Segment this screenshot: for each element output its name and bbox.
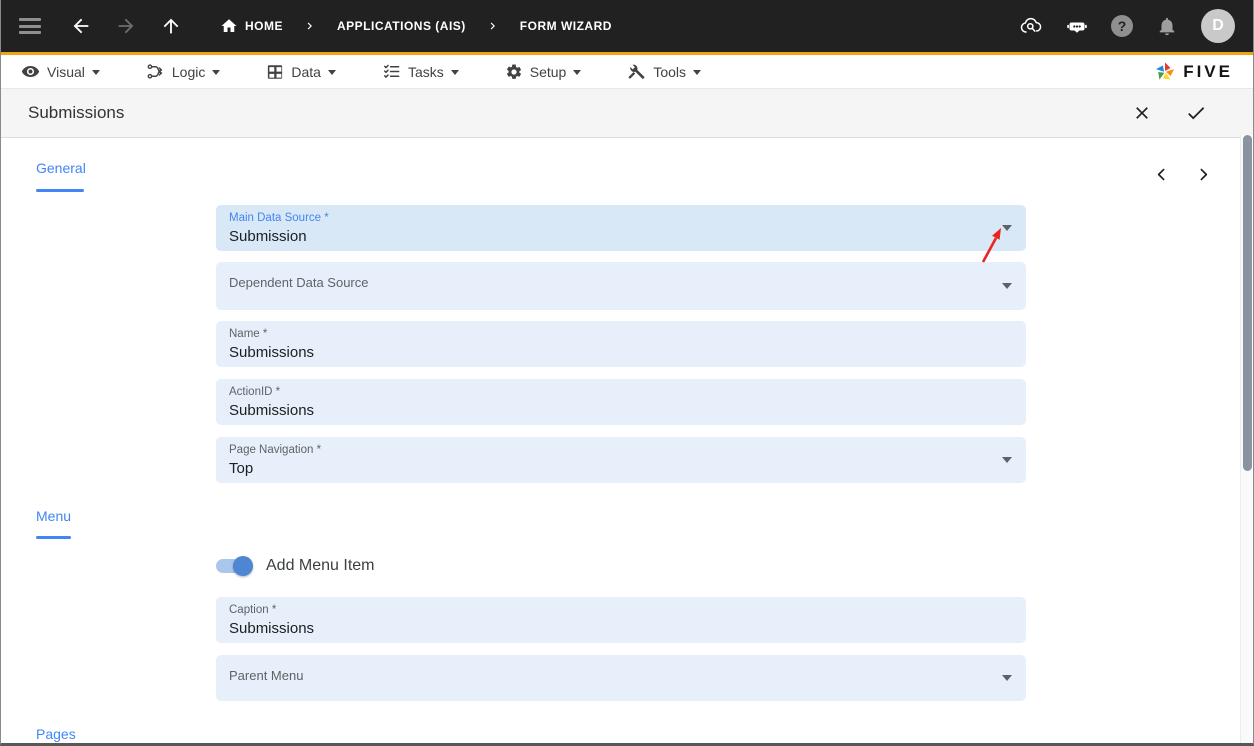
field-value: Submission: [229, 228, 307, 245]
chevron-right-icon: [486, 19, 500, 33]
tab-general-indicator: [36, 189, 84, 192]
logic-flow-icon: [146, 62, 165, 81]
field-label: Page Navigation *: [229, 444, 321, 456]
field-label: Caption *: [229, 604, 276, 616]
top-navbar: HOME APPLICATIONS (AIS) FORM WIZARD ? D: [1, 0, 1253, 52]
help-icon[interactable]: ?: [1111, 15, 1133, 37]
menu-setup[interactable]: Setup: [505, 63, 582, 81]
brand-name: FIVE: [1183, 62, 1233, 82]
eye-icon: [21, 62, 40, 81]
app-window: HOME APPLICATIONS (AIS) FORM WIZARD ? D: [0, 0, 1254, 746]
menu-data[interactable]: Data: [266, 63, 336, 81]
field-label: Parent Menu: [229, 668, 303, 683]
form-title-bar: Submissions: [1, 88, 1253, 138]
breadcrumb-form-wizard[interactable]: FORM WIZARD: [520, 19, 612, 33]
next-record-icon[interactable]: [1191, 162, 1215, 186]
caret-down-icon: [693, 70, 701, 75]
menu-label: Data: [291, 64, 321, 80]
menu-tools[interactable]: Tools: [627, 62, 701, 81]
back-arrow-icon[interactable]: [69, 14, 93, 38]
menu-bar: Visual Logic Data Tasks Setup Tools: [1, 55, 1253, 88]
section-menu[interactable]: Menu: [36, 508, 71, 524]
prev-record-icon[interactable]: [1149, 162, 1173, 186]
caret-down-icon: [451, 70, 459, 75]
page-title: Submissions: [28, 103, 124, 123]
save-check-icon[interactable]: [1184, 101, 1208, 125]
caret-down-icon: [328, 70, 336, 75]
menu-label: Tools: [653, 64, 686, 80]
cancel-close-icon[interactable]: [1130, 101, 1154, 125]
field-parent-menu[interactable]: Parent Menu: [216, 655, 1026, 701]
field-actionid[interactable]: ActionID * Submissions: [216, 379, 1026, 425]
dropdown-caret-icon[interactable]: [1002, 225, 1012, 231]
up-arrow-icon[interactable]: [159, 14, 183, 38]
five-logo: FIVE: [1153, 60, 1233, 84]
field-label: Name *: [229, 328, 267, 340]
dropdown-caret-icon[interactable]: [1002, 675, 1012, 681]
tools-icon: [627, 62, 646, 81]
forward-arrow-icon[interactable]: [114, 14, 138, 38]
menu-tasks[interactable]: Tasks: [382, 62, 459, 81]
dropdown-caret-icon[interactable]: [1002, 457, 1012, 463]
home-icon[interactable]: [220, 17, 238, 35]
notifications-bell-icon[interactable]: [1155, 14, 1179, 38]
scrollbar-thumb[interactable]: [1243, 135, 1252, 471]
section-menu-indicator: [36, 536, 71, 539]
caret-down-icon: [573, 70, 581, 75]
menu-visual[interactable]: Visual: [21, 62, 100, 81]
gear-icon: [505, 63, 523, 81]
scrollbar-track[interactable]: [1240, 135, 1253, 743]
toggle-thumb[interactable]: [233, 556, 253, 576]
field-value: Top: [229, 460, 253, 477]
tab-general[interactable]: General: [36, 160, 86, 176]
chevron-right-icon: [303, 19, 317, 33]
field-name[interactable]: Name * Submissions: [216, 321, 1026, 367]
menu-label: Visual: [47, 64, 85, 80]
menu-label: Tasks: [408, 64, 444, 80]
form-content: General Main Data Source * Submission De…: [1, 138, 1253, 746]
caret-down-icon: [212, 70, 220, 75]
data-table-icon: [266, 63, 284, 81]
field-label: ActionID *: [229, 386, 280, 398]
field-value: Submissions: [229, 344, 314, 361]
tasks-checklist-icon: [382, 62, 401, 81]
breadcrumb: HOME APPLICATIONS (AIS) FORM WIZARD: [220, 17, 612, 35]
menu-label: Setup: [530, 64, 567, 80]
field-page-navigation[interactable]: Page Navigation * Top: [216, 437, 1026, 483]
five-pinwheel-icon: [1153, 60, 1177, 84]
user-avatar[interactable]: D: [1201, 9, 1235, 43]
dropdown-caret-icon[interactable]: [1002, 283, 1012, 289]
field-value: Submissions: [229, 402, 314, 419]
breadcrumb-home[interactable]: HOME: [245, 19, 283, 33]
add-menu-item-toggle[interactable]: [216, 559, 250, 573]
field-main-data-source[interactable]: Main Data Source * Submission: [216, 205, 1026, 251]
breadcrumb-applications[interactable]: APPLICATIONS (AIS): [337, 19, 466, 33]
field-value: Submissions: [229, 620, 314, 637]
add-menu-item-row: Add Menu Item: [216, 557, 375, 575]
toggle-label: Add Menu Item: [266, 557, 375, 575]
caret-down-icon: [92, 70, 100, 75]
field-label: Main Data Source *: [229, 212, 329, 224]
hamburger-menu-icon[interactable]: [19, 18, 41, 34]
menu-logic[interactable]: Logic: [146, 62, 220, 81]
section-pages[interactable]: Pages: [36, 726, 76, 742]
cloud-search-icon[interactable]: [1019, 14, 1043, 38]
field-caption[interactable]: Caption * Submissions: [216, 597, 1026, 643]
field-dependent-data-source[interactable]: Dependent Data Source: [216, 262, 1026, 310]
field-label: Dependent Data Source: [229, 275, 368, 290]
menu-label: Logic: [172, 64, 205, 80]
chat-bot-icon[interactable]: [1065, 14, 1089, 38]
